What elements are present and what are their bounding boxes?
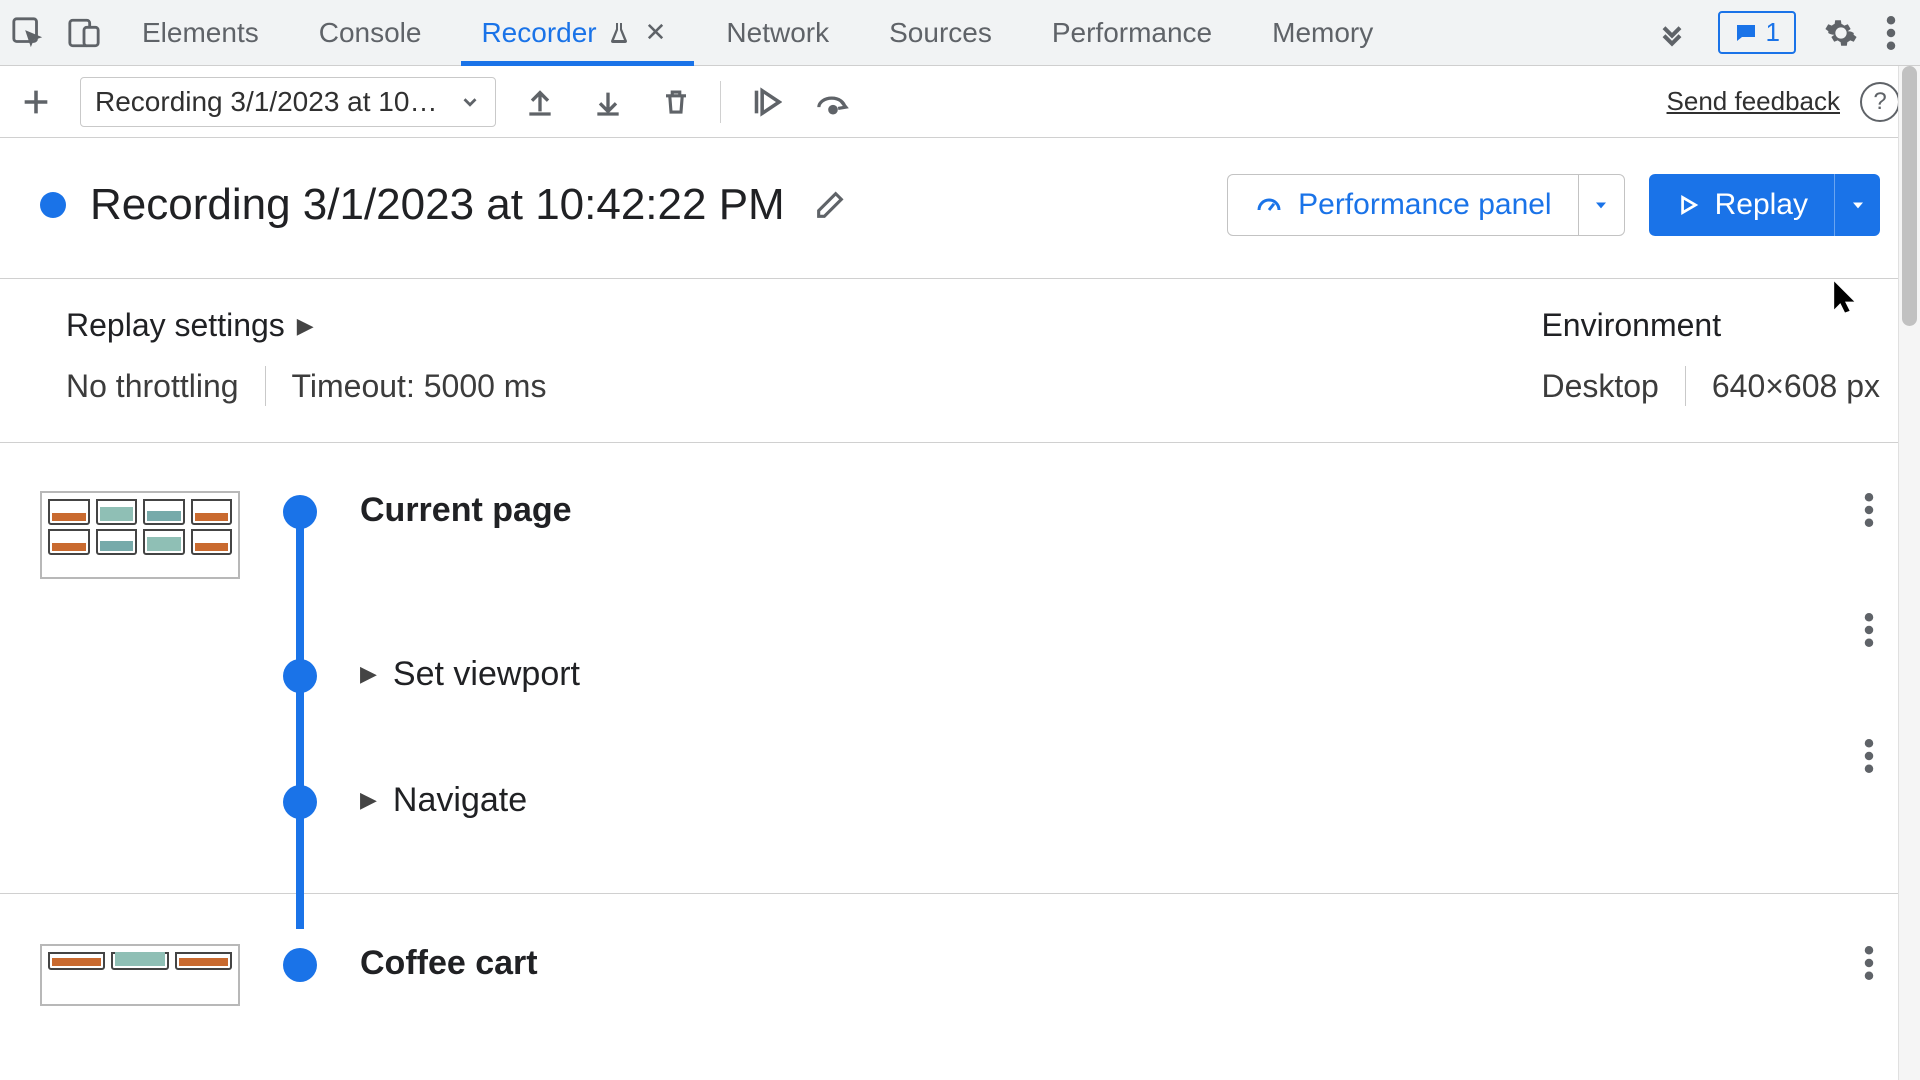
- inspect-element-icon[interactable]: [0, 5, 56, 61]
- timeline-dot: [283, 948, 317, 982]
- import-button[interactable]: [516, 78, 564, 126]
- chevron-down-icon: [459, 91, 481, 113]
- settings-icon[interactable]: [1824, 16, 1858, 50]
- more-tabs-icon[interactable]: [1650, 17, 1694, 49]
- replay-button[interactable]: Replay: [1649, 174, 1880, 236]
- step-group: Coffee cart: [40, 944, 1880, 1024]
- step-label: Navigate: [393, 781, 527, 820]
- tab-memory[interactable]: Memory: [1242, 0, 1403, 65]
- tab-console[interactable]: Console: [289, 0, 452, 65]
- divider: [720, 81, 721, 123]
- more-options-icon[interactable]: [1886, 16, 1896, 50]
- replay-label: Replay: [1715, 188, 1808, 222]
- performance-panel-label: Performance panel: [1298, 188, 1551, 222]
- delete-button[interactable]: [652, 78, 700, 126]
- section-divider: [0, 893, 1920, 894]
- divider: [265, 366, 266, 406]
- chevron-right-icon: ▶: [360, 661, 377, 687]
- step-menu-icon[interactable]: [1864, 946, 1880, 980]
- tab-recorder[interactable]: Recorder ✕: [451, 0, 696, 65]
- divider: [1685, 366, 1686, 406]
- step-thumbnail[interactable]: [40, 491, 240, 579]
- chevron-right-icon: ▶: [360, 787, 377, 813]
- recorder-toolbar: Recording 3/1/2023 at 10… Send feedback …: [0, 66, 1920, 138]
- tab-sources[interactable]: Sources: [859, 0, 1022, 65]
- mouse-cursor-icon: [1832, 280, 1858, 314]
- device-value: Desktop: [1541, 368, 1658, 405]
- tabstrip-right-controls: 1: [1694, 11, 1920, 54]
- tab-label: Network: [726, 17, 829, 49]
- chevron-right-icon: ▶: [297, 313, 314, 339]
- throttling-value: No throttling: [66, 368, 239, 405]
- step-set-viewport[interactable]: ▶ Set viewport: [240, 611, 1880, 737]
- replay-settings-values: No throttling Timeout: 5000 ms: [66, 366, 546, 406]
- tab-label: Sources: [889, 17, 992, 49]
- send-feedback-link[interactable]: Send feedback: [1667, 86, 1840, 117]
- tab-label: Performance: [1052, 17, 1212, 49]
- step-thumbnail[interactable]: [40, 944, 240, 1006]
- tab-label: Console: [319, 17, 422, 49]
- tab-label: Elements: [142, 17, 259, 49]
- environment-label: Environment: [1541, 307, 1721, 344]
- replay-caret[interactable]: [1834, 174, 1880, 236]
- message-icon: [1734, 21, 1758, 45]
- replay-settings-title[interactable]: Replay settings ▶: [66, 307, 546, 344]
- issues-count: 1: [1766, 17, 1780, 48]
- help-icon[interactable]: ?: [1860, 82, 1900, 122]
- environment-values: Desktop 640×608 px: [1541, 366, 1880, 406]
- step-label: Coffee cart: [360, 944, 538, 983]
- scrollbar-thumb[interactable]: [1902, 66, 1917, 326]
- timeline-dot: [283, 785, 317, 819]
- timeout-value: Timeout: 5000 ms: [292, 368, 547, 405]
- environment: Environment Desktop 640×608 px: [1541, 307, 1880, 406]
- close-icon[interactable]: ✕: [645, 17, 667, 48]
- recording-header: Recording 3/1/2023 at 10:42:22 PM Perfor…: [0, 138, 1920, 279]
- flask-icon: [607, 21, 631, 45]
- timeline-dot: [283, 495, 317, 529]
- recording-dropdown[interactable]: Recording 3/1/2023 at 10…: [80, 77, 496, 127]
- step-menu-icon[interactable]: [1864, 493, 1880, 527]
- export-button[interactable]: [584, 78, 632, 126]
- tab-network[interactable]: Network: [696, 0, 859, 65]
- performance-panel-caret[interactable]: [1578, 175, 1624, 235]
- replay-settings-label: Replay settings: [66, 307, 285, 344]
- gauge-icon: [1254, 190, 1284, 220]
- performance-panel-main[interactable]: Performance panel: [1228, 175, 1577, 235]
- device-toolbar-icon[interactable]: [56, 5, 112, 61]
- step-label: Set viewport: [393, 655, 580, 694]
- step-menu-icon[interactable]: [1864, 613, 1880, 647]
- tab-performance[interactable]: Performance: [1022, 0, 1242, 65]
- timeline-dot: [283, 659, 317, 693]
- step-coffee-cart[interactable]: Coffee cart: [360, 944, 1864, 983]
- replay-settings[interactable]: Replay settings ▶ No throttling Timeout:…: [66, 307, 546, 406]
- replay-main[interactable]: Replay: [1649, 174, 1834, 236]
- step-menu-icon[interactable]: [1864, 739, 1880, 773]
- step-label: Current page: [360, 491, 572, 530]
- step-group: Current page: [40, 491, 1880, 611]
- devtools-tabstrip: Elements Console Recorder ✕ Network Sour…: [0, 0, 1920, 66]
- recording-title: Recording 3/1/2023 at 10:42:22 PM: [90, 180, 785, 230]
- step-navigate[interactable]: ▶ Navigate: [240, 737, 1880, 863]
- tab-label: Recorder: [481, 17, 596, 49]
- play-icon: [1675, 192, 1701, 218]
- viewport-value: 640×608 px: [1712, 368, 1880, 405]
- tab-label: Memory: [1272, 17, 1373, 49]
- timeline-line: [296, 511, 304, 929]
- steps-panel: Current page ▶ Set viewport ▶ Navigate: [0, 443, 1920, 1080]
- recording-status-dot: [40, 192, 66, 218]
- continue-button[interactable]: [741, 78, 789, 126]
- settings-row: Replay settings ▶ No throttling Timeout:…: [0, 279, 1920, 443]
- panel-tabs: Elements Console Recorder ✕ Network Sour…: [112, 0, 1650, 65]
- edit-title-icon[interactable]: [813, 188, 847, 222]
- issues-badge[interactable]: 1: [1718, 11, 1796, 54]
- performance-panel-button[interactable]: Performance panel: [1227, 174, 1624, 236]
- new-recording-button[interactable]: [12, 85, 60, 119]
- vertical-scrollbar[interactable]: [1898, 66, 1920, 1080]
- step-current-page[interactable]: Current page: [360, 491, 1864, 530]
- step-over-button[interactable]: [809, 78, 857, 126]
- tab-elements[interactable]: Elements: [112, 0, 289, 65]
- recording-dropdown-label: Recording 3/1/2023 at 10…: [95, 86, 437, 118]
- environment-title: Environment: [1541, 307, 1880, 344]
